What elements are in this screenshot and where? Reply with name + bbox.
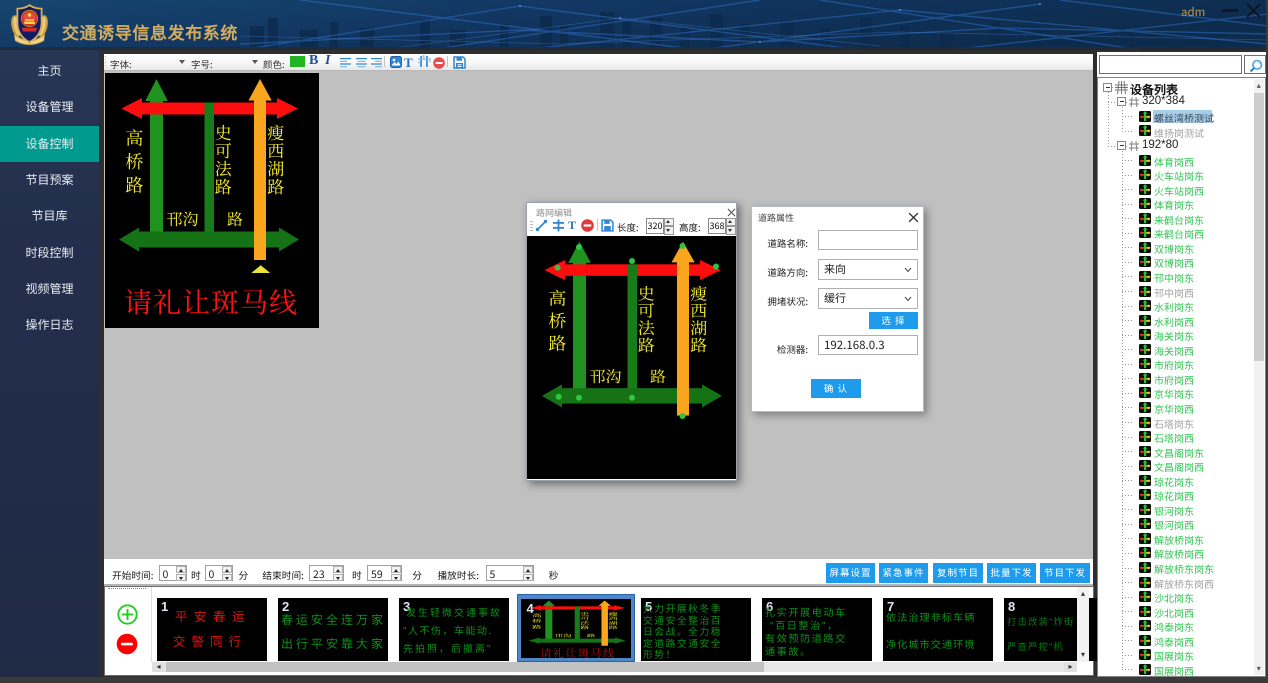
svg-text:请礼让斑马线: 请礼让斑马线 <box>124 282 298 322</box>
svg-text:请礼让斑马线: 请礼让斑马线 <box>541 645 616 658</box>
